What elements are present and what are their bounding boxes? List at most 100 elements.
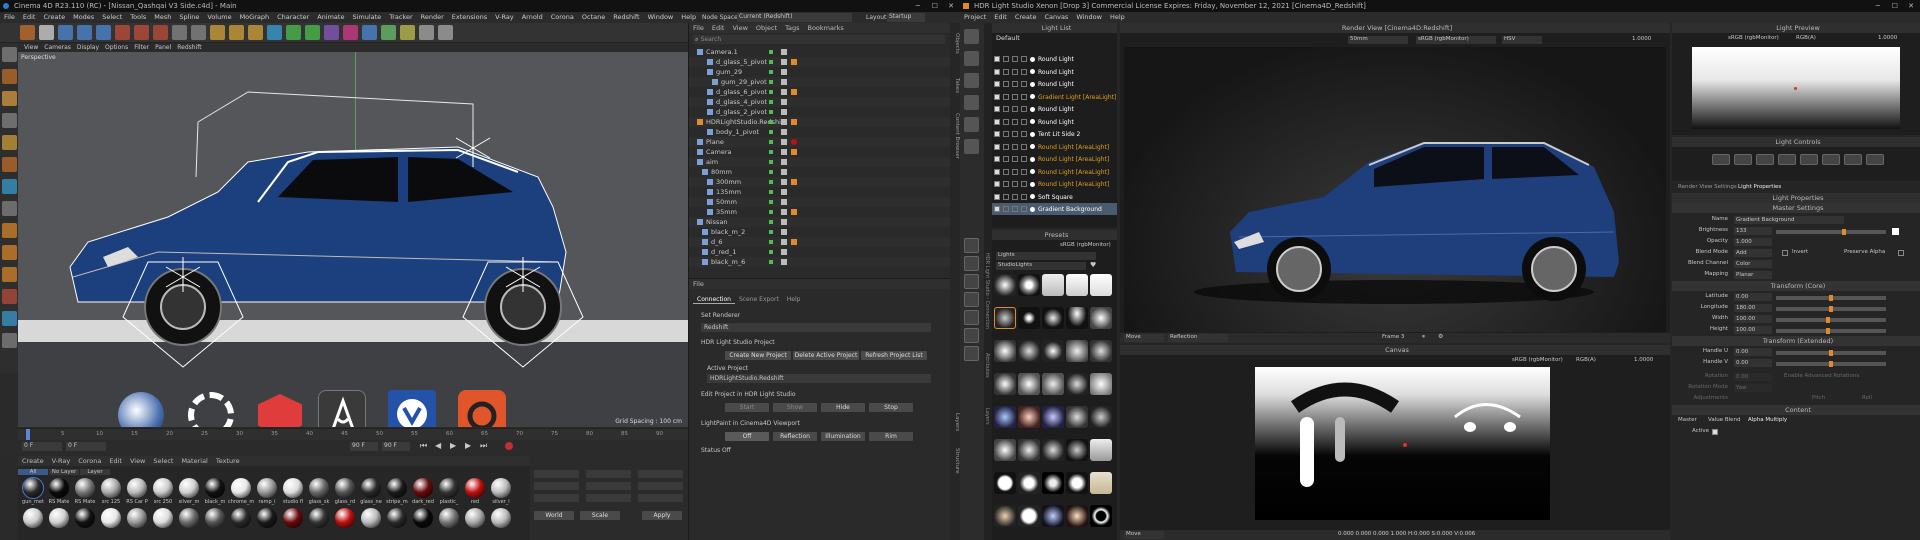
- width-field-value[interactable]: 100.00: [1734, 315, 1772, 323]
- preset-thumbnail[interactable]: [1090, 439, 1112, 461]
- opacity-field-value[interactable]: 1.000: [1734, 238, 1772, 246]
- material-swatch[interactable]: [309, 478, 329, 498]
- tag-icon[interactable]: [781, 149, 787, 155]
- toolbar-tool-icon[interactable]: [134, 25, 149, 40]
- light-toggle-icon[interactable]: [1003, 56, 1009, 62]
- rotation-field-value[interactable]: 0.00: [1734, 373, 1772, 381]
- light-toggle-icon[interactable]: [994, 181, 1000, 187]
- preset-thumbnail[interactable]: [1090, 373, 1112, 395]
- visibility-toggle[interactable]: [769, 120, 773, 124]
- preset-thumbnail[interactable]: [1066, 472, 1088, 494]
- objects-menu-item[interactable]: Bookmarks: [807, 24, 843, 32]
- toolbar-tool-icon[interactable]: [58, 25, 73, 40]
- tag-icon[interactable]: [791, 119, 797, 125]
- left-tool-icon[interactable]: [2, 179, 17, 194]
- coord-z-field[interactable]: [534, 494, 579, 502]
- object-row[interactable]: gum_29_pivot: [689, 77, 951, 87]
- left-tool-icon[interactable]: [2, 311, 17, 326]
- light-preview-channel[interactable]: RGB(A): [1796, 35, 1816, 41]
- frame-current-field[interactable]: 0 F: [66, 442, 106, 451]
- hdr-tool-icon[interactable]: [964, 51, 979, 66]
- object-row[interactable]: black_m_2: [689, 227, 951, 237]
- longitude-field-slider[interactable]: [1776, 306, 1886, 312]
- light-toggle-icon[interactable]: [1003, 181, 1009, 187]
- hdr-tool-icon[interactable]: [964, 139, 979, 154]
- hdr-canvas[interactable]: [1255, 367, 1550, 520]
- toolbar-tool-icon[interactable]: [419, 25, 434, 40]
- material-filter-tab[interactable]: Layer: [80, 469, 110, 475]
- hdr-tool-icon[interactable]: [964, 238, 979, 253]
- toolbar-tool-icon[interactable]: [210, 25, 225, 40]
- c4d-menu-item[interactable]: V-Ray: [495, 13, 514, 21]
- material-swatch[interactable]: [205, 478, 225, 498]
- lightpaint-illumination-button[interactable]: Illumination: [821, 432, 865, 441]
- material-swatch[interactable]: [387, 478, 407, 498]
- light-toggle-icon[interactable]: [994, 56, 1000, 62]
- node-space-select[interactable]: Current (Redshift): [737, 13, 852, 22]
- viewport[interactable]: Perspective Grid Spacing: 100 cm: [18, 52, 688, 427]
- object-row[interactable]: Plane: [689, 137, 951, 147]
- light-control-button[interactable]: [1844, 154, 1862, 165]
- slider-handle[interactable]: [1828, 295, 1833, 301]
- preset-thumbnail[interactable]: [1042, 505, 1064, 527]
- viewport-menu-item[interactable]: View: [24, 44, 38, 51]
- hdr-tool-icon[interactable]: [964, 310, 979, 325]
- light-toggle-icon[interactable]: [1012, 118, 1018, 125]
- toolbar-tool-icon[interactable]: [229, 25, 244, 40]
- c4d-menu-item[interactable]: Render: [421, 13, 444, 21]
- canvas-channel-select[interactable]: RGB(A): [1576, 357, 1596, 363]
- delete-project-button[interactable]: Delete Active Project: [793, 351, 859, 360]
- hdr-menu-item[interactable]: Edit: [994, 13, 1007, 21]
- visibility-toggle[interactable]: [769, 100, 773, 104]
- light-name-field-value[interactable]: Gradient Background: [1734, 216, 1844, 224]
- light-toggle-icon[interactable]: [1021, 181, 1027, 187]
- width-field-slider[interactable]: [1776, 317, 1886, 323]
- objects-menu-item[interactable]: Tags: [785, 24, 799, 32]
- tag-icon[interactable]: [781, 219, 787, 225]
- material-swatch[interactable]: [283, 478, 303, 498]
- stop-button[interactable]: Stop: [869, 403, 913, 412]
- preset-thumbnail[interactable]: [1090, 340, 1112, 362]
- slider-handle[interactable]: [1828, 306, 1833, 312]
- material-swatch[interactable]: [439, 478, 459, 498]
- left-tool-icon[interactable]: [2, 113, 17, 128]
- tag-icon[interactable]: [781, 189, 787, 195]
- material-swatch[interactable]: [205, 508, 225, 528]
- left-tool-icon[interactable]: [2, 201, 17, 216]
- visibility-toggle[interactable]: [769, 80, 773, 84]
- preset-thumbnail[interactable]: [994, 439, 1016, 461]
- material-swatch[interactable]: [153, 478, 173, 498]
- tag-icon[interactable]: [781, 159, 787, 165]
- c4d-menu-item[interactable]: Select: [102, 13, 122, 21]
- maximize-icon[interactable]: ☐: [1892, 0, 1898, 12]
- frame-start-field[interactable]: 0 F: [22, 442, 62, 451]
- light-toggle-icon[interactable]: [1003, 193, 1009, 200]
- left-tool-icon[interactable]: [2, 47, 17, 62]
- c4d-menu-item[interactable]: Tracker: [389, 13, 412, 21]
- toolbar-tool-icon[interactable]: [20, 25, 35, 40]
- material-swatch[interactable]: [231, 508, 251, 528]
- c4d-menu-item[interactable]: Simulate: [352, 13, 381, 21]
- object-row[interactable]: gum_29: [689, 67, 951, 77]
- active-project-select[interactable]: HDRLightStudio.Redshift: [707, 374, 931, 383]
- material-swatch[interactable]: [257, 478, 277, 498]
- light-toggle-icon[interactable]: [1021, 143, 1027, 150]
- material-swatch[interactable]: [283, 508, 303, 528]
- attr-tab[interactable]: Help: [783, 296, 805, 303]
- light-control-button[interactable]: [1822, 154, 1840, 165]
- preset-thumbnail[interactable]: [1018, 307, 1040, 329]
- preserve-alpha-checkbox[interactable]: [1898, 250, 1904, 256]
- refresh-list-button[interactable]: Refresh Project List: [861, 351, 927, 360]
- material-swatch[interactable]: [49, 508, 69, 528]
- toolbar-tool-icon[interactable]: [381, 25, 396, 40]
- visibility-toggle[interactable]: [769, 220, 773, 224]
- toolbar-tool-icon[interactable]: [96, 25, 111, 40]
- maximize-icon[interactable]: ☐: [932, 0, 938, 12]
- coord-world-select[interactable]: World: [534, 511, 574, 520]
- object-row[interactable]: d_glass_2_pivot: [689, 107, 951, 117]
- object-row[interactable]: HDRLightStudio.Redshift: [689, 117, 951, 127]
- c4d-menu-item[interactable]: Modes: [73, 13, 94, 21]
- step-forward-icon[interactable]: ▶: [465, 441, 471, 450]
- height-field-slider[interactable]: [1776, 328, 1886, 334]
- light-toggle-icon[interactable]: [1003, 68, 1009, 75]
